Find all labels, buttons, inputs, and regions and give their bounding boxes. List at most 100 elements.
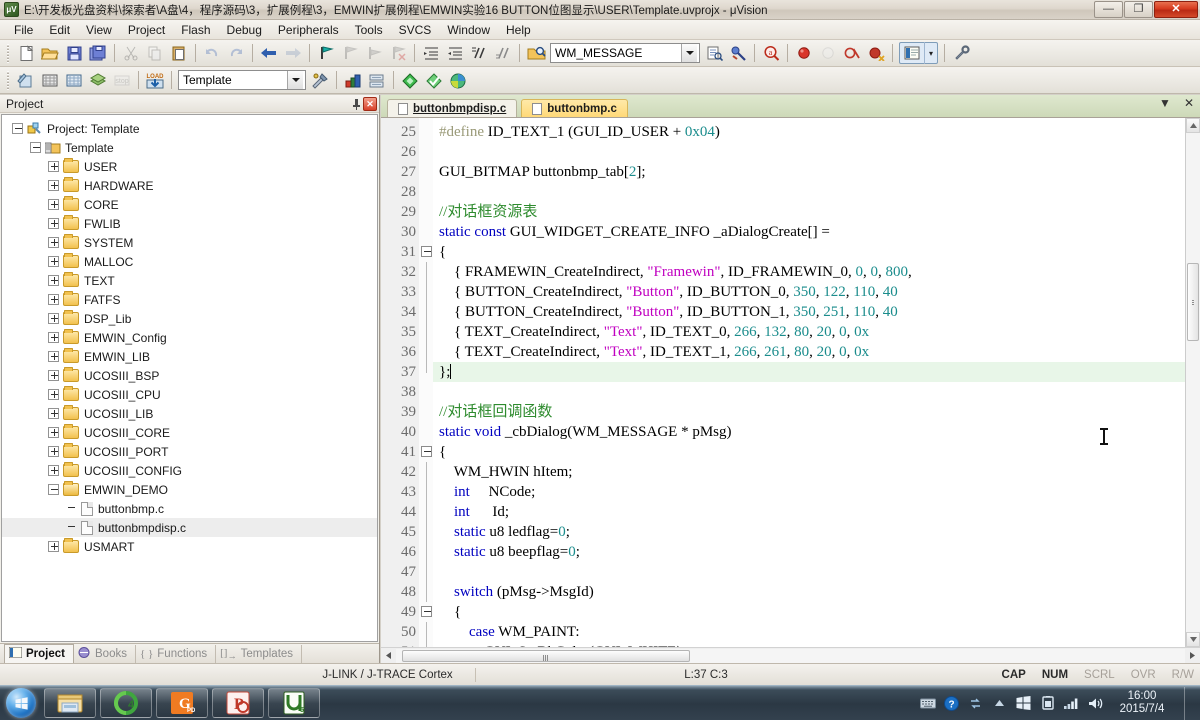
disable-all-breakpoints-icon[interactable] — [865, 42, 887, 64]
target-options-icon[interactable] — [309, 69, 331, 91]
menu-window[interactable]: Window — [439, 21, 498, 39]
tree-collapse-toggle[interactable] — [12, 123, 23, 134]
scroll-left-button[interactable] — [381, 648, 396, 663]
browse-symbol-icon[interactable] — [727, 42, 749, 64]
tree-item[interactable]: SYSTEM — [2, 233, 377, 252]
taskbar-360-browser[interactable]: 4 — [100, 688, 152, 718]
project-window-icon[interactable] — [901, 42, 923, 64]
code-line[interactable]: //对话框回调函数 — [433, 402, 1185, 422]
scroll-up-button[interactable] — [1186, 118, 1200, 133]
code-line[interactable]: { — [433, 242, 1185, 262]
code-line[interactable]: #define ID_TEXT_1 (GUI_ID_USER + 0x04) — [433, 122, 1185, 142]
pack-manage-icon[interactable] — [447, 69, 469, 91]
tree-expand-toggle[interactable] — [48, 408, 59, 419]
code-line[interactable] — [433, 562, 1185, 582]
rebuild-icon[interactable] — [63, 69, 85, 91]
navigate-back-icon[interactable] — [258, 42, 280, 64]
code-line[interactable]: GUI_SetBkColor(GUI_WHITE); — [433, 642, 1185, 647]
scroll-right-button[interactable] — [1185, 648, 1200, 663]
outdent-icon[interactable] — [444, 42, 466, 64]
menu-help[interactable]: Help — [498, 21, 539, 39]
editor-horizontal-scrollbar[interactable] — [381, 647, 1200, 663]
tree-item[interactable]: UCOSIII_BSP — [2, 366, 377, 385]
tree-expand-toggle[interactable] — [48, 370, 59, 381]
code-line[interactable]: static const GUI_WIDGET_CREATE_INFO _aDi… — [433, 222, 1185, 242]
project-window-dropdown[interactable]: ▾ — [924, 42, 937, 64]
code-text[interactable]: #define ID_TEXT_1 (GUI_ID_USER + 0x04) GU… — [433, 118, 1185, 647]
code-line[interactable]: WM_HWIN hItem; — [433, 462, 1185, 482]
open-file-icon[interactable] — [39, 42, 61, 64]
fold-marker[interactable] — [419, 602, 433, 622]
vertical-scroll-thumb[interactable] — [1187, 263, 1199, 341]
code-line[interactable]: static u8 beepflag=0; — [433, 542, 1185, 562]
tree-expand-toggle[interactable] — [48, 446, 59, 457]
tree-item[interactable]: USMART — [2, 537, 377, 556]
tree-item[interactable]: USER — [2, 157, 377, 176]
pin-icon[interactable] — [349, 97, 363, 111]
navigate-forward-icon[interactable] — [282, 42, 304, 64]
tree-expand-toggle[interactable] — [48, 218, 59, 229]
chevron-down-icon[interactable]: ▼ — [1158, 97, 1172, 111]
multi-project-icon[interactable] — [366, 69, 388, 91]
save-all-icon[interactable] — [87, 42, 109, 64]
tree-expand-toggle[interactable] — [48, 427, 59, 438]
tree-item[interactable]: MALLOC — [2, 252, 377, 271]
code-line[interactable]: { TEXT_CreateIndirect, "Text", ID_TEXT_0… — [433, 322, 1185, 342]
fold-collapse-box[interactable] — [421, 446, 432, 457]
project-window-button[interactable]: ▾ — [899, 42, 938, 64]
disable-breakpoint-icon[interactable] — [817, 42, 839, 64]
configure-icon[interactable] — [950, 42, 972, 64]
editor-vertical-scrollbar[interactable] — [1185, 118, 1200, 647]
tree-item[interactable]: FATFS — [2, 290, 377, 309]
code-line[interactable] — [433, 142, 1185, 162]
build-icon[interactable] — [39, 69, 61, 91]
menu-tools[interactable]: Tools — [347, 21, 391, 39]
tree-expand-toggle[interactable] — [48, 351, 59, 362]
horizontal-scroll-thumb[interactable] — [402, 649, 690, 662]
project-tree[interactable]: Project: Template Template USER HARDWARE COR… — [1, 114, 378, 642]
tree-item[interactable]: buttonbmp.c — [2, 499, 377, 518]
taskbar-powerpoint[interactable]: P — [212, 688, 264, 718]
comment-icon[interactable] — [468, 42, 490, 64]
editor-tab-buttonbmp[interactable]: buttonbmp.c — [521, 99, 628, 117]
scroll-down-button[interactable] — [1186, 632, 1200, 647]
menu-view[interactable]: View — [78, 21, 120, 39]
tree-expand-toggle[interactable] — [48, 313, 59, 324]
toolbar-grip[interactable] — [7, 70, 11, 90]
tree-item[interactable]: UCOSIII_CPU — [2, 385, 377, 404]
maximize-button[interactable]: ❐ — [1124, 1, 1153, 18]
tree-collapse-toggle[interactable] — [48, 484, 59, 495]
sync-icon[interactable] — [967, 695, 984, 712]
menu-peripherals[interactable]: Peripherals — [270, 21, 347, 39]
find-combo[interactable] — [550, 43, 700, 63]
keyboard-icon[interactable] — [919, 695, 936, 712]
show-desktop-button[interactable] — [1184, 686, 1194, 720]
horizontal-scroll-track[interactable] — [396, 648, 1185, 663]
find-symbol-icon[interactable]: a — [760, 42, 782, 64]
tree-expand-toggle[interactable] — [48, 161, 59, 172]
code-line[interactable]: switch (pMsg->MsgId) — [433, 582, 1185, 602]
tree-expand-toggle[interactable] — [48, 294, 59, 305]
vertical-scroll-track[interactable] — [1186, 133, 1200, 632]
tab-functions[interactable]: { } Functions — [136, 645, 217, 663]
taskbar-file-explorer[interactable] — [44, 688, 96, 718]
fold-collapse-box[interactable] — [421, 246, 432, 257]
code-line[interactable]: GUI_BITMAP buttonbmp_tab[2]; — [433, 162, 1185, 182]
code-line[interactable]: }; — [433, 362, 1185, 382]
close-button[interactable]: ✕ — [1154, 1, 1198, 18]
menu-edit[interactable]: Edit — [41, 21, 78, 39]
find-in-files-icon[interactable] — [525, 42, 547, 64]
tab-books[interactable]: Books — [74, 645, 136, 663]
undo-icon[interactable] — [201, 42, 223, 64]
tree-item[interactable]: CORE — [2, 195, 377, 214]
tree-item[interactable]: DSP_Lib — [2, 309, 377, 328]
manage-project-items-icon[interactable] — [342, 69, 364, 91]
close-icon[interactable]: ✕ — [363, 96, 377, 111]
code-line[interactable]: { — [433, 442, 1185, 462]
tree-expand-toggle[interactable] — [48, 541, 59, 552]
editor-tab-buttonbmpdisp[interactable]: buttonbmpdisp.c — [387, 99, 518, 117]
code-folding-gutter[interactable] — [419, 118, 433, 647]
tree-expand-toggle[interactable] — [48, 180, 59, 191]
insert-breakpoint-icon[interactable] — [793, 42, 815, 64]
copy-icon[interactable] — [144, 42, 166, 64]
